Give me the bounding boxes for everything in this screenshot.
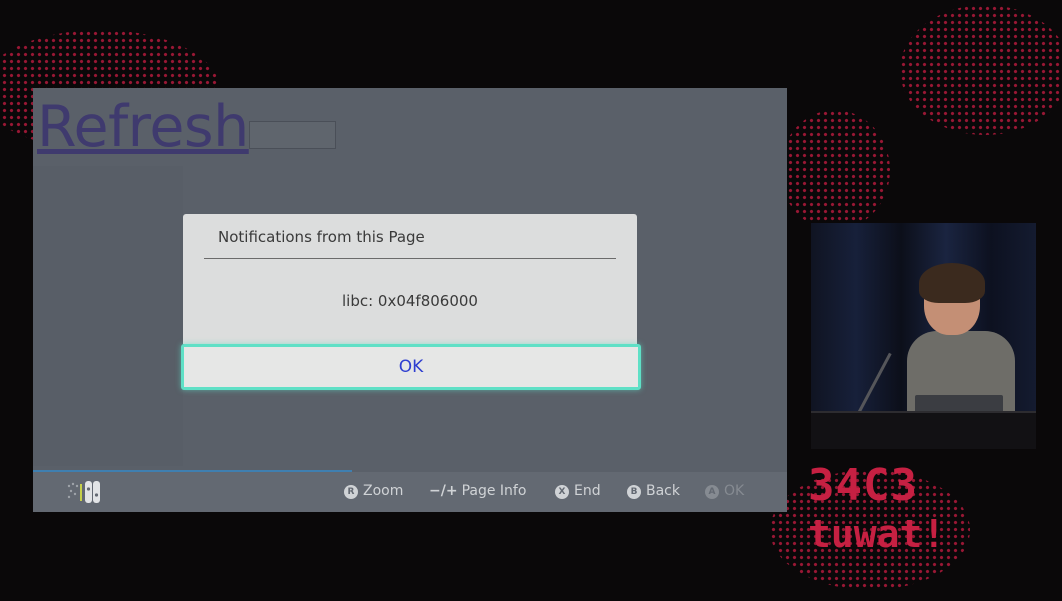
x-button-icon: X [555, 485, 569, 499]
ok-button[interactable]: OK [181, 344, 641, 390]
hint-page-info-label: Page Info [461, 483, 527, 499]
podium [811, 413, 1036, 449]
hint-end-label: End [574, 483, 601, 499]
a-button-icon: A [705, 485, 719, 499]
dialog-divider [204, 258, 616, 259]
refresh-link[interactable]: Refresh [37, 88, 249, 166]
decorative-dots-top-right [900, 5, 1062, 135]
event-logo: 34C3 tuwat! [808, 462, 978, 572]
page-input-box[interactable] [249, 121, 336, 149]
b-button-icon: B [627, 485, 641, 499]
hint-ok: A OK [705, 483, 744, 499]
hint-zoom: R Zoom [344, 483, 403, 499]
hint-zoom-label: Zoom [363, 483, 404, 499]
hint-back: B Back [627, 483, 680, 499]
control-hints-bar: R Zoom −/+ Page Info X End B Back A OK [33, 472, 787, 512]
page-background-panel [33, 166, 183, 466]
hint-ok-label: OK [724, 483, 745, 499]
event-logo-line1: 34C3 [808, 460, 918, 511]
minus-plus-icon: −/+ [429, 483, 458, 499]
speaker-camera-feed [811, 223, 1036, 449]
switch-browser-screen: Refresh Notifications from this Page lib… [33, 88, 787, 512]
notification-dialog: Notifications from this Page libc: 0x04f… [183, 214, 637, 344]
decorative-dots-right [780, 110, 890, 230]
hint-end: X End [555, 483, 601, 499]
video-frame: Refresh Notifications from this Page lib… [0, 0, 1062, 601]
dialog-title: Notifications from this Page [218, 228, 425, 246]
hint-page-info: −/+ Page Info [429, 483, 526, 499]
r-stick-icon: R [344, 485, 358, 499]
hint-back-label: Back [646, 483, 680, 499]
joycon-icon [67, 481, 100, 503]
speaker-hair [919, 263, 985, 303]
event-logo-line2: tuwat! [808, 512, 946, 556]
dialog-message: libc: 0x04f806000 [342, 292, 478, 310]
